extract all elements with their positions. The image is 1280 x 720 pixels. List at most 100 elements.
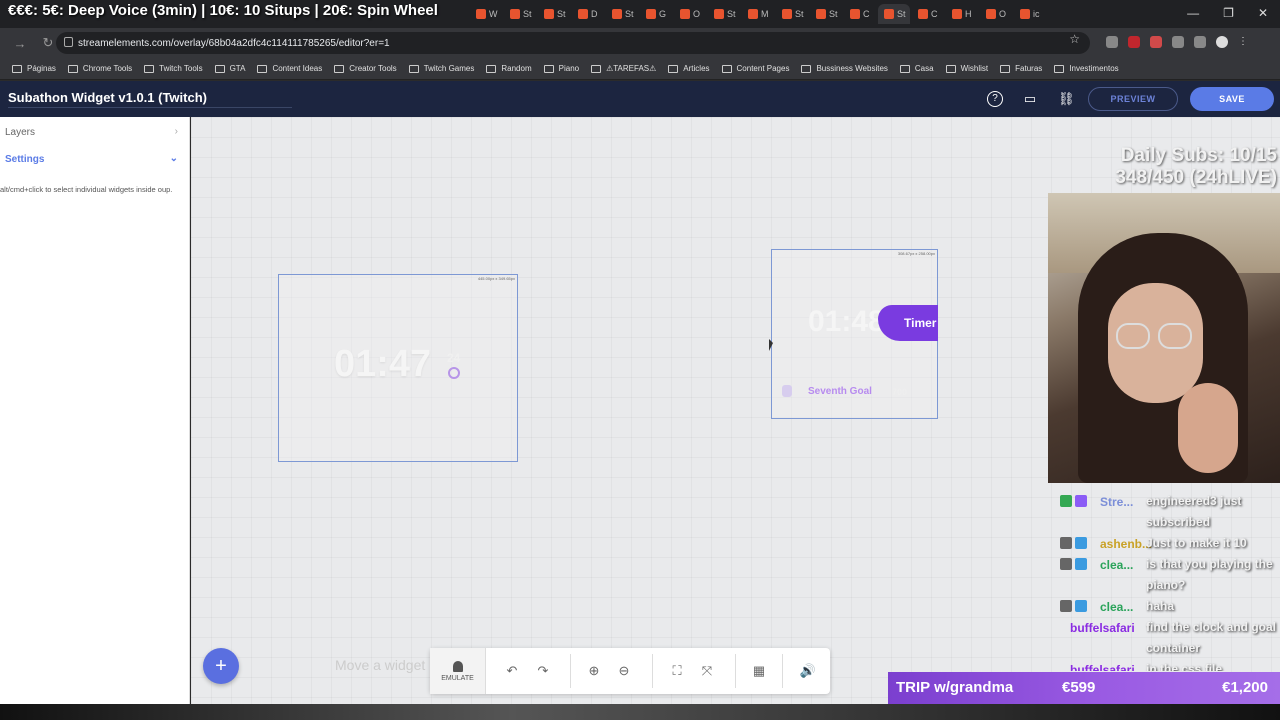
redo-icon[interactable]: ↷ — [534, 662, 552, 680]
fullscreen-icon[interactable]: ⛶ — [668, 662, 686, 680]
bookmark-item[interactable]: Content Pages — [721, 64, 790, 73]
bookmark-item[interactable]: ⚠TAREFAS⚠ — [591, 64, 656, 73]
browser-tab[interactable]: G — [640, 4, 672, 24]
bookmark-item[interactable]: Bussiness Websites — [801, 64, 888, 73]
bookmark-item[interactable]: Creator Tools — [334, 64, 397, 73]
url-field[interactable]: streamelements.com/overlay/68b04a2dfc4c1… — [56, 32, 1090, 54]
stream-chat: Stre... engineered3 just subscribed ashenb… — [1048, 483, 1280, 671]
folder-icon — [67, 64, 78, 73]
chat-username[interactable]: buffelsafari — [1070, 621, 1135, 635]
volume-icon[interactable]: 🔊 — [799, 662, 817, 680]
timer-goal-widget[interactable]: 308.67px x 258.00px 01:48 Timer Seventh … — [771, 249, 938, 419]
bookmark-label: Piano — [558, 64, 580, 73]
close-window-icon[interactable]: ✕ — [1258, 6, 1268, 20]
daily-subs-counter: Daily Subs: 10/15 348/450 (24hLIVE) — [1115, 145, 1277, 189]
webcam-glasses — [1158, 323, 1192, 349]
settings-panel-toggle[interactable]: Settings ⌄ — [0, 146, 190, 172]
bookmark-label: Content Pages — [736, 64, 790, 73]
badge-icon — [1075, 495, 1087, 507]
timer-widget-1[interactable]: 445.00px x 349.65px 01:47 24 — [278, 274, 518, 462]
folder-icon — [591, 64, 602, 73]
browser-tab[interactable]: O — [980, 4, 1012, 24]
zoom-in-icon[interactable]: ⊕ — [585, 662, 603, 680]
chat-username[interactable]: buffelsafari — [1070, 663, 1135, 671]
bookmark-item[interactable]: Piano — [543, 64, 580, 73]
chat-username[interactable]: clea... — [1100, 558, 1133, 572]
browser-tab[interactable]: St — [538, 4, 570, 24]
tab-favicon-icon — [544, 9, 554, 19]
browser-tab[interactable]: St — [708, 4, 740, 24]
emulate-button[interactable]: EMULATE — [430, 648, 486, 694]
bookmark-label: Faturas — [1015, 64, 1043, 73]
preview-button[interactable]: PREVIEW — [1088, 87, 1178, 111]
add-widget-button[interactable]: + — [203, 648, 239, 684]
extension-icon[interactable] — [1106, 36, 1118, 48]
link-icon[interactable]: ⛓ — [1058, 91, 1075, 107]
browser-tab[interactable]: O — [674, 4, 706, 24]
browser-tab[interactable]: M — [742, 4, 774, 24]
folder-icon — [543, 64, 554, 73]
bookmark-item[interactable]: Content Ideas — [257, 64, 322, 73]
bookmark-item[interactable]: Páginas — [12, 64, 56, 73]
bookmark-item[interactable]: Twitch Games — [408, 64, 474, 73]
bookmark-item[interactable]: GTA — [214, 64, 245, 73]
chat-message: buffelsafari in the css file — [1048, 651, 1280, 671]
browser-tab[interactable]: H — [946, 4, 978, 24]
profile-avatar[interactable] — [1216, 36, 1228, 48]
browser-tab[interactable]: W — [470, 4, 502, 24]
browser-tab[interactable]: St — [776, 4, 808, 24]
tab-favicon-icon — [816, 9, 826, 19]
bookmark-item[interactable]: Wishlist — [945, 64, 988, 73]
timer-display: 01:47 — [334, 343, 432, 385]
menu-icon[interactable]: ⋮ — [1238, 36, 1250, 48]
media-icon[interactable] — [1194, 36, 1206, 48]
grid-icon[interactable]: ▦ — [750, 662, 768, 680]
layers-panel-toggle[interactable]: Layers › — [0, 119, 190, 145]
browser-tab[interactable]: St — [504, 4, 536, 24]
bookmark-star-icon[interactable]: ☆ — [1069, 32, 1080, 46]
reload-icon[interactable]: ↻ — [40, 35, 56, 51]
bookmark-label: Articles — [683, 64, 710, 73]
browser-tab[interactable]: C — [912, 4, 944, 24]
bookmark-item[interactable]: Twitch Tools — [144, 64, 203, 73]
chat-username[interactable]: Stre... — [1100, 495, 1133, 509]
browser-tab[interactable]: D — [572, 4, 604, 24]
browser-tab[interactable]: St — [810, 4, 842, 24]
bookmark-item[interactable]: Articles — [668, 64, 710, 73]
chevron-right-icon: › — [174, 126, 178, 137]
tab-favicon-icon — [646, 9, 656, 19]
extension-icon[interactable] — [1128, 36, 1140, 48]
maximize-icon[interactable]: ❐ — [1223, 6, 1234, 20]
site-info-icon[interactable] — [64, 37, 73, 47]
bookmark-item[interactable]: Random — [486, 64, 532, 73]
timer-display: 01:48 — [808, 305, 885, 338]
undo-icon[interactable]: ↶ — [503, 662, 521, 680]
url-text: streamelements.com/overlay/68b04a2dfc4c1… — [78, 37, 390, 49]
monitor-icon[interactable]: ▭ — [1022, 91, 1038, 107]
browser-tab[interactable]: ic — [1014, 4, 1046, 24]
tab-label: H — [965, 9, 972, 19]
forward-icon[interactable]: → — [12, 36, 28, 51]
bookmark-item[interactable]: Casa — [899, 64, 934, 73]
stream-title-overlay: €€€: 5€: Deep Voice (3min) | 10€: 10 Sit… — [8, 2, 438, 19]
tab-label: C — [863, 9, 870, 19]
tab-favicon-icon — [714, 9, 724, 19]
overlay-title[interactable]: Subathon Widget v1.0.1 (Twitch) — [8, 90, 207, 105]
extension-icon[interactable] — [1150, 36, 1162, 48]
zoom-out-icon[interactable]: ⊖ — [615, 662, 633, 680]
bookmark-item[interactable]: Investimentos — [1054, 64, 1119, 73]
help-icon[interactable]: ? — [987, 91, 1003, 107]
minimize-icon[interactable]: — — [1187, 6, 1199, 20]
bookmark-item[interactable]: Faturas — [1000, 64, 1042, 73]
browser-tab[interactable]: St — [878, 4, 910, 24]
fit-screen-icon[interactable]: ⤧ — [698, 662, 716, 680]
folder-icon — [408, 64, 419, 73]
browser-tab[interactable]: C — [844, 4, 876, 24]
move-widget-hint: Move a widget — [335, 657, 426, 673]
folder-icon — [801, 64, 812, 73]
chat-message-text: in the css file — [1146, 662, 1223, 671]
browser-tab[interactable]: St — [606, 4, 638, 24]
bookmark-item[interactable]: Chrome Tools — [67, 64, 132, 73]
puzzle-icon[interactable] — [1172, 36, 1184, 48]
save-button[interactable]: SAVE — [1190, 87, 1274, 111]
